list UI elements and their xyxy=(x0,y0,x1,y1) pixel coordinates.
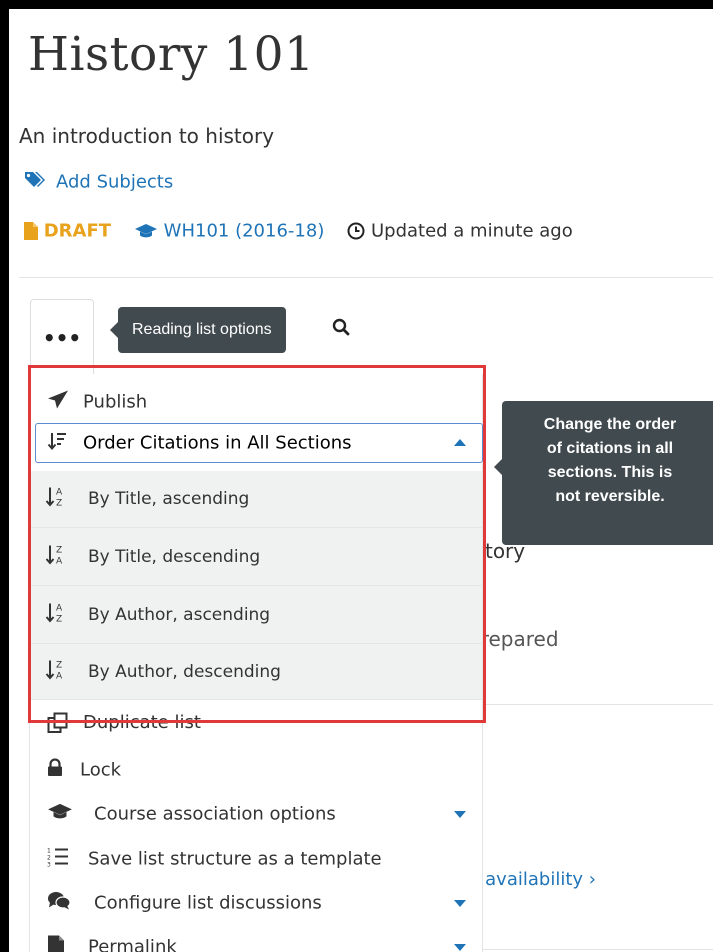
updated-time: Updated a minute ago xyxy=(370,220,573,242)
svg-text:3: 3 xyxy=(47,862,51,867)
tooltip-line: sections. This is xyxy=(547,464,673,481)
caret-down-icon xyxy=(454,944,466,951)
list-ol-icon: 1 2 3 xyxy=(47,847,69,872)
permalink-icon xyxy=(47,935,65,952)
tooltip-line: of citations in all xyxy=(546,440,674,457)
graduation-cap-icon xyxy=(47,803,73,826)
menu-item-permalink[interactable]: Permalink xyxy=(30,919,482,952)
menu-item-label: Permalink xyxy=(88,936,177,952)
menu-item-label: Save list structure as a template xyxy=(88,848,382,870)
chevron-right-icon: › xyxy=(588,869,596,890)
svg-text:2: 2 xyxy=(47,855,51,862)
menu-item-label: Lock xyxy=(80,759,122,781)
highlight-box xyxy=(28,365,486,723)
graduation-cap-icon xyxy=(134,224,157,238)
search-icon[interactable] xyxy=(332,318,350,340)
caret-down-icon xyxy=(454,900,466,907)
menu-item-label: Course association options xyxy=(94,803,336,825)
status-badge: DRAFT xyxy=(43,220,112,242)
caret-down-icon xyxy=(454,811,466,818)
options-button[interactable]: ••• xyxy=(30,299,94,375)
divider xyxy=(467,949,713,950)
svg-text:1: 1 xyxy=(47,848,51,855)
lock-icon xyxy=(47,758,63,782)
page: History 101 An introduction to history A… xyxy=(9,9,713,952)
order-citations-tooltip: Change the order of citations in all sec… xyxy=(494,401,713,545)
course-link[interactable]: WH101 (2016-18) xyxy=(164,221,325,242)
divider xyxy=(467,704,713,705)
draft-file-icon xyxy=(24,222,38,240)
list-meta: DRAFT WH101 (2016-18) Updated a minute a… xyxy=(24,220,573,242)
page-title: History 101 xyxy=(28,27,315,82)
add-subjects-link[interactable]: Add Subjects xyxy=(24,171,173,194)
tooltip-line: not reversible. xyxy=(555,488,665,505)
tags-icon xyxy=(24,171,46,194)
tooltip-line: Change the order xyxy=(543,416,677,433)
options-tooltip: Reading list options xyxy=(110,307,286,353)
divider xyxy=(19,277,713,278)
add-subjects-label: Add Subjects xyxy=(56,171,174,193)
comments-icon xyxy=(47,891,71,916)
check-availability-link[interactable]: k availability › xyxy=(469,869,596,890)
clock-icon xyxy=(347,222,365,240)
page-subtitle: An introduction to history xyxy=(19,124,275,148)
menu-item-label: Configure list discussions xyxy=(94,892,322,914)
check-availability-label: k availability xyxy=(469,869,584,890)
